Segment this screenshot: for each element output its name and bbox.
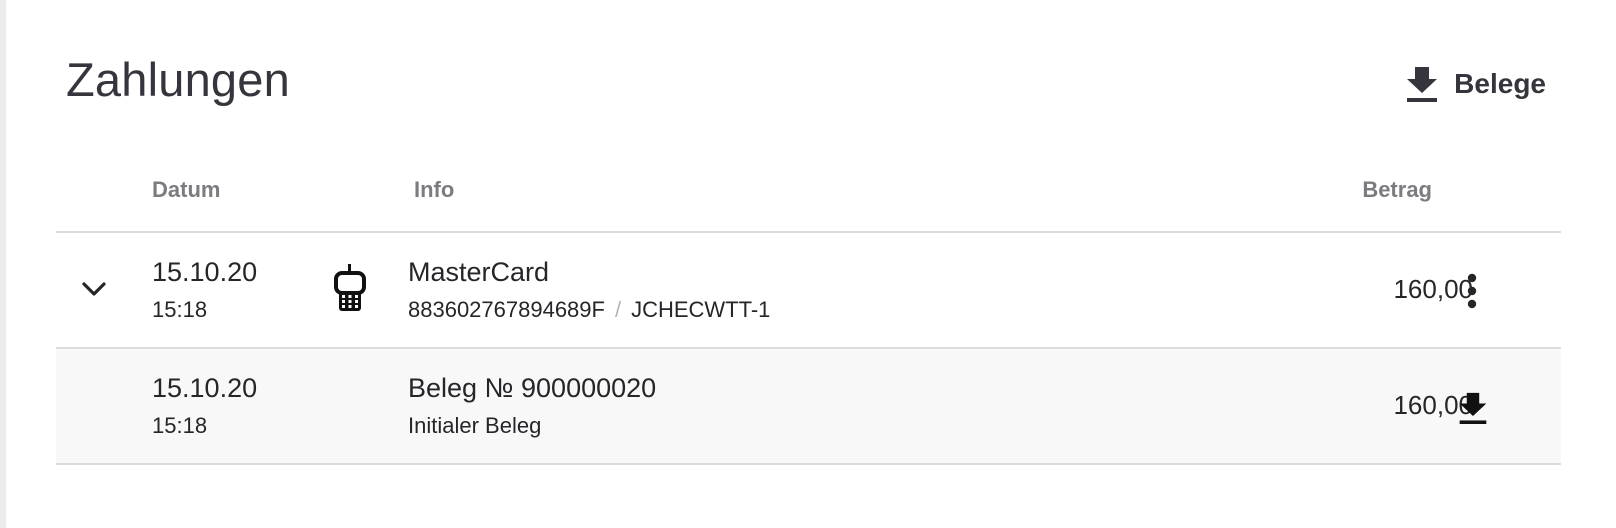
terminal-icon <box>334 264 366 311</box>
column-header-info: Info <box>414 177 455 202</box>
column-header-date: Datum <box>152 177 221 202</box>
receipt-subtitle: Initialer Beleg <box>408 413 542 438</box>
receipt-title: Beleg № 900000020 <box>408 373 657 403</box>
receipt-time: 15:18 <box>152 413 208 438</box>
receipt-date: 15.10.20 <box>152 373 258 403</box>
page-title: Zahlungen <box>66 53 290 106</box>
payment-method: MasterCard <box>408 257 550 287</box>
payment-amount: 160,00 <box>1393 274 1473 304</box>
download-icon[interactable] <box>1457 391 1489 425</box>
payment-reference: 883602767894689F <box>408 297 605 322</box>
more-vertical-icon[interactable] <box>1467 273 1477 309</box>
payment-date: 15.10.20 <box>152 257 258 287</box>
terminal-id: JCHECWTT-1 <box>631 297 771 322</box>
table-bottom-divider <box>56 463 1561 465</box>
payments-card: Zahlungen Belege Datum Info Betrag 15.10… <box>6 0 1616 528</box>
payment-details: 883602767894689F / JCHECWTT-1 <box>408 297 770 323</box>
payment-time: 15:18 <box>152 297 208 322</box>
separator: / <box>614 297 622 322</box>
download-icon <box>1407 67 1438 102</box>
chevron-down-icon[interactable] <box>82 281 106 297</box>
column-header-amount: Betrag <box>1362 177 1432 202</box>
payment-row[interactable]: 15.10.20 15:18 MasterCard 88360276789468… <box>56 233 1561 347</box>
receipt-row[interactable]: 15.10.20 15:18 Beleg № 900000020 Initial… <box>56 349 1561 463</box>
receipts-button-label: Belege <box>1454 68 1546 99</box>
receipts-download-button[interactable]: Belege <box>1404 62 1546 106</box>
